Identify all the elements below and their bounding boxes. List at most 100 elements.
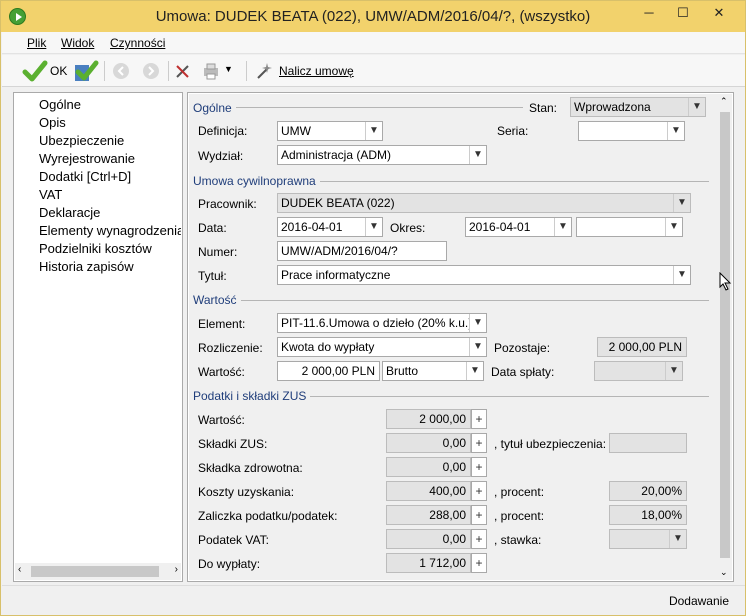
- zus-field: 0,00: [386, 433, 471, 453]
- forward-button[interactable]: [142, 62, 160, 86]
- nav-item-declarations[interactable]: Deklaracje: [39, 205, 181, 220]
- maximize-button[interactable]: ☐: [671, 5, 695, 23]
- gross-select[interactable]: Brutto ▼: [382, 361, 484, 381]
- nav-item-description[interactable]: Opis: [39, 115, 181, 130]
- section-divider: [233, 107, 523, 108]
- toolbar-separator: [168, 61, 169, 81]
- arrow-left-icon: [113, 63, 129, 79]
- employee-select[interactable]: DUDEK BEATA (022) ▼: [277, 193, 691, 213]
- menu-actions[interactable]: Czynności: [110, 36, 165, 50]
- zus-plus-button[interactable]: +: [471, 433, 487, 453]
- amount-label: Wartość:: [198, 365, 245, 379]
- save-ok-button[interactable]: [73, 59, 99, 83]
- chevron-down-icon[interactable]: ▼: [665, 362, 682, 380]
- settlement-select[interactable]: Kwota do wypłaty ▼: [277, 337, 487, 357]
- nav-item-salary-elements[interactable]: Elementy wynagrodzenia: [39, 223, 181, 238]
- checkmark-save-icon: [75, 60, 99, 81]
- costs-label: Koszty uzyskania:: [198, 485, 295, 499]
- menu-file[interactable]: Plik: [27, 36, 46, 50]
- menu-bar: Plik Widok Czynności: [2, 32, 745, 54]
- chevron-down-icon[interactable]: ▼: [673, 266, 690, 284]
- status-bar: Dodawanie: [2, 585, 745, 615]
- definition-select[interactable]: UMW ▼: [277, 121, 383, 141]
- scroll-thumb[interactable]: [31, 566, 159, 577]
- date-value: 2016-04-01: [281, 220, 343, 234]
- scroll-right-icon[interactable]: ›: [175, 564, 178, 575]
- tax-value-plus-button[interactable]: +: [471, 409, 487, 429]
- minimize-button[interactable]: ─: [637, 5, 661, 23]
- chevron-down-icon[interactable]: ▼: [469, 338, 486, 356]
- nav-item-deregistration[interactable]: Wyrejestrowanie: [39, 151, 181, 166]
- number-input[interactable]: UMW/ADM/2016/04/?: [277, 241, 447, 261]
- print-button[interactable]: [202, 62, 220, 86]
- nav-item-cost-dividers[interactable]: Podzielniki kosztów: [39, 241, 181, 256]
- nav-item-history[interactable]: Historia zapisów: [39, 259, 181, 274]
- period-from-field[interactable]: 2016-04-01 ▼: [465, 217, 572, 237]
- date-field[interactable]: 2016-04-01 ▼: [277, 217, 383, 237]
- costs-plus-button[interactable]: +: [471, 481, 487, 501]
- scroll-left-icon[interactable]: ‹: [18, 564, 21, 575]
- title-value: Prace informatyczne: [281, 268, 391, 282]
- form-vertical-scrollbar[interactable]: ⌃ ⌄: [717, 94, 732, 580]
- tools-icon: [176, 65, 189, 78]
- employee-value: DUDEK BEATA (022): [281, 196, 395, 210]
- scroll-thumb[interactable]: [720, 112, 730, 558]
- calculate-button[interactable]: [255, 62, 273, 86]
- close-button[interactable]: ✕: [707, 5, 731, 23]
- nav-item-general[interactable]: Ogólne: [39, 97, 181, 112]
- ok-label[interactable]: OK: [50, 64, 67, 78]
- chevron-down-icon[interactable]: ▼: [667, 122, 684, 140]
- zus-label: Składki ZUS:: [198, 437, 268, 451]
- health-plus-button[interactable]: +: [471, 457, 487, 477]
- period-to-field[interactable]: ▼: [576, 217, 683, 237]
- health-label: Składka zdrowotna:: [198, 461, 303, 475]
- chevron-down-icon[interactable]: ▼: [554, 218, 571, 236]
- chevron-down-icon[interactable]: ▼: [665, 218, 682, 236]
- nav-item-additions[interactable]: Dodatki [Ctrl+D]: [39, 169, 181, 184]
- chevron-down-icon[interactable]: ▼: [673, 194, 690, 212]
- vat-plus-button[interactable]: +: [471, 529, 487, 549]
- title-select[interactable]: Prace informatyczne ▼: [277, 265, 691, 285]
- department-select[interactable]: Administracja (ADM) ▼: [277, 145, 487, 165]
- ok-button[interactable]: [22, 59, 48, 83]
- remaining-label: Pozostaje:: [494, 341, 551, 355]
- chevron-down-icon[interactable]: ▼: [466, 362, 483, 380]
- scroll-up-icon[interactable]: ⌃: [720, 96, 728, 107]
- scroll-down-icon[interactable]: ⌄: [720, 567, 728, 578]
- arrow-right-icon: [143, 63, 159, 79]
- chevron-down-icon[interactable]: ▼: [365, 218, 382, 236]
- advance-field: 288,00: [386, 505, 471, 525]
- gross-value: Brutto: [386, 364, 419, 378]
- element-value: PIT-11.6.Umowa o dzieło (20% k.u.): [281, 316, 473, 330]
- advance-plus-button[interactable]: +: [471, 505, 487, 525]
- calculate-label[interactable]: Nalicz umowę: [279, 64, 354, 78]
- chevron-down-icon[interactable]: ▼: [365, 122, 382, 140]
- tools-button[interactable]: [174, 62, 194, 86]
- amount-input[interactable]: 2 000,00 PLN: [277, 361, 380, 381]
- section-contract-title: Umowa cywilnoprawna: [193, 174, 320, 188]
- title-bar[interactable]: Umowa: DUDEK BEATA (022), UMW/ADM/2016/0…: [1, 1, 745, 32]
- costs-percent-field: 20,00%: [609, 481, 687, 501]
- element-select[interactable]: PIT-11.6.Umowa o dzieło (20% k.u.) ▼: [277, 313, 487, 333]
- chevron-down-icon[interactable]: ▼: [669, 530, 686, 548]
- title-label: Tytuł:: [198, 269, 227, 283]
- section-general-title: Ogólne: [193, 101, 236, 115]
- chevron-down-icon[interactable]: ▼: [469, 314, 486, 332]
- print-dropdown-icon[interactable]: ▼: [224, 64, 233, 88]
- rate-select[interactable]: ▼: [609, 529, 687, 549]
- paydate-field[interactable]: ▼: [594, 361, 683, 381]
- nav-item-insurance[interactable]: Ubezpieczenie: [39, 133, 181, 148]
- nav-item-vat[interactable]: VAT: [39, 187, 181, 202]
- payout-plus-button[interactable]: +: [471, 553, 487, 573]
- toolbar-separator: [104, 61, 105, 81]
- nav-horizontal-scrollbar[interactable]: ‹ ›: [15, 563, 181, 580]
- back-button[interactable]: [112, 62, 130, 86]
- costs-percent-label: , procent:: [494, 485, 545, 499]
- payout-label: Do wypłaty:: [198, 557, 261, 571]
- series-select[interactable]: ▼: [578, 121, 685, 141]
- menu-view[interactable]: Widok: [61, 36, 94, 50]
- chevron-down-icon[interactable]: ▼: [469, 146, 486, 164]
- status-label: Stan:: [529, 101, 558, 115]
- checkmark-icon: [22, 60, 48, 82]
- section-value-title: Wartość: [193, 293, 241, 307]
